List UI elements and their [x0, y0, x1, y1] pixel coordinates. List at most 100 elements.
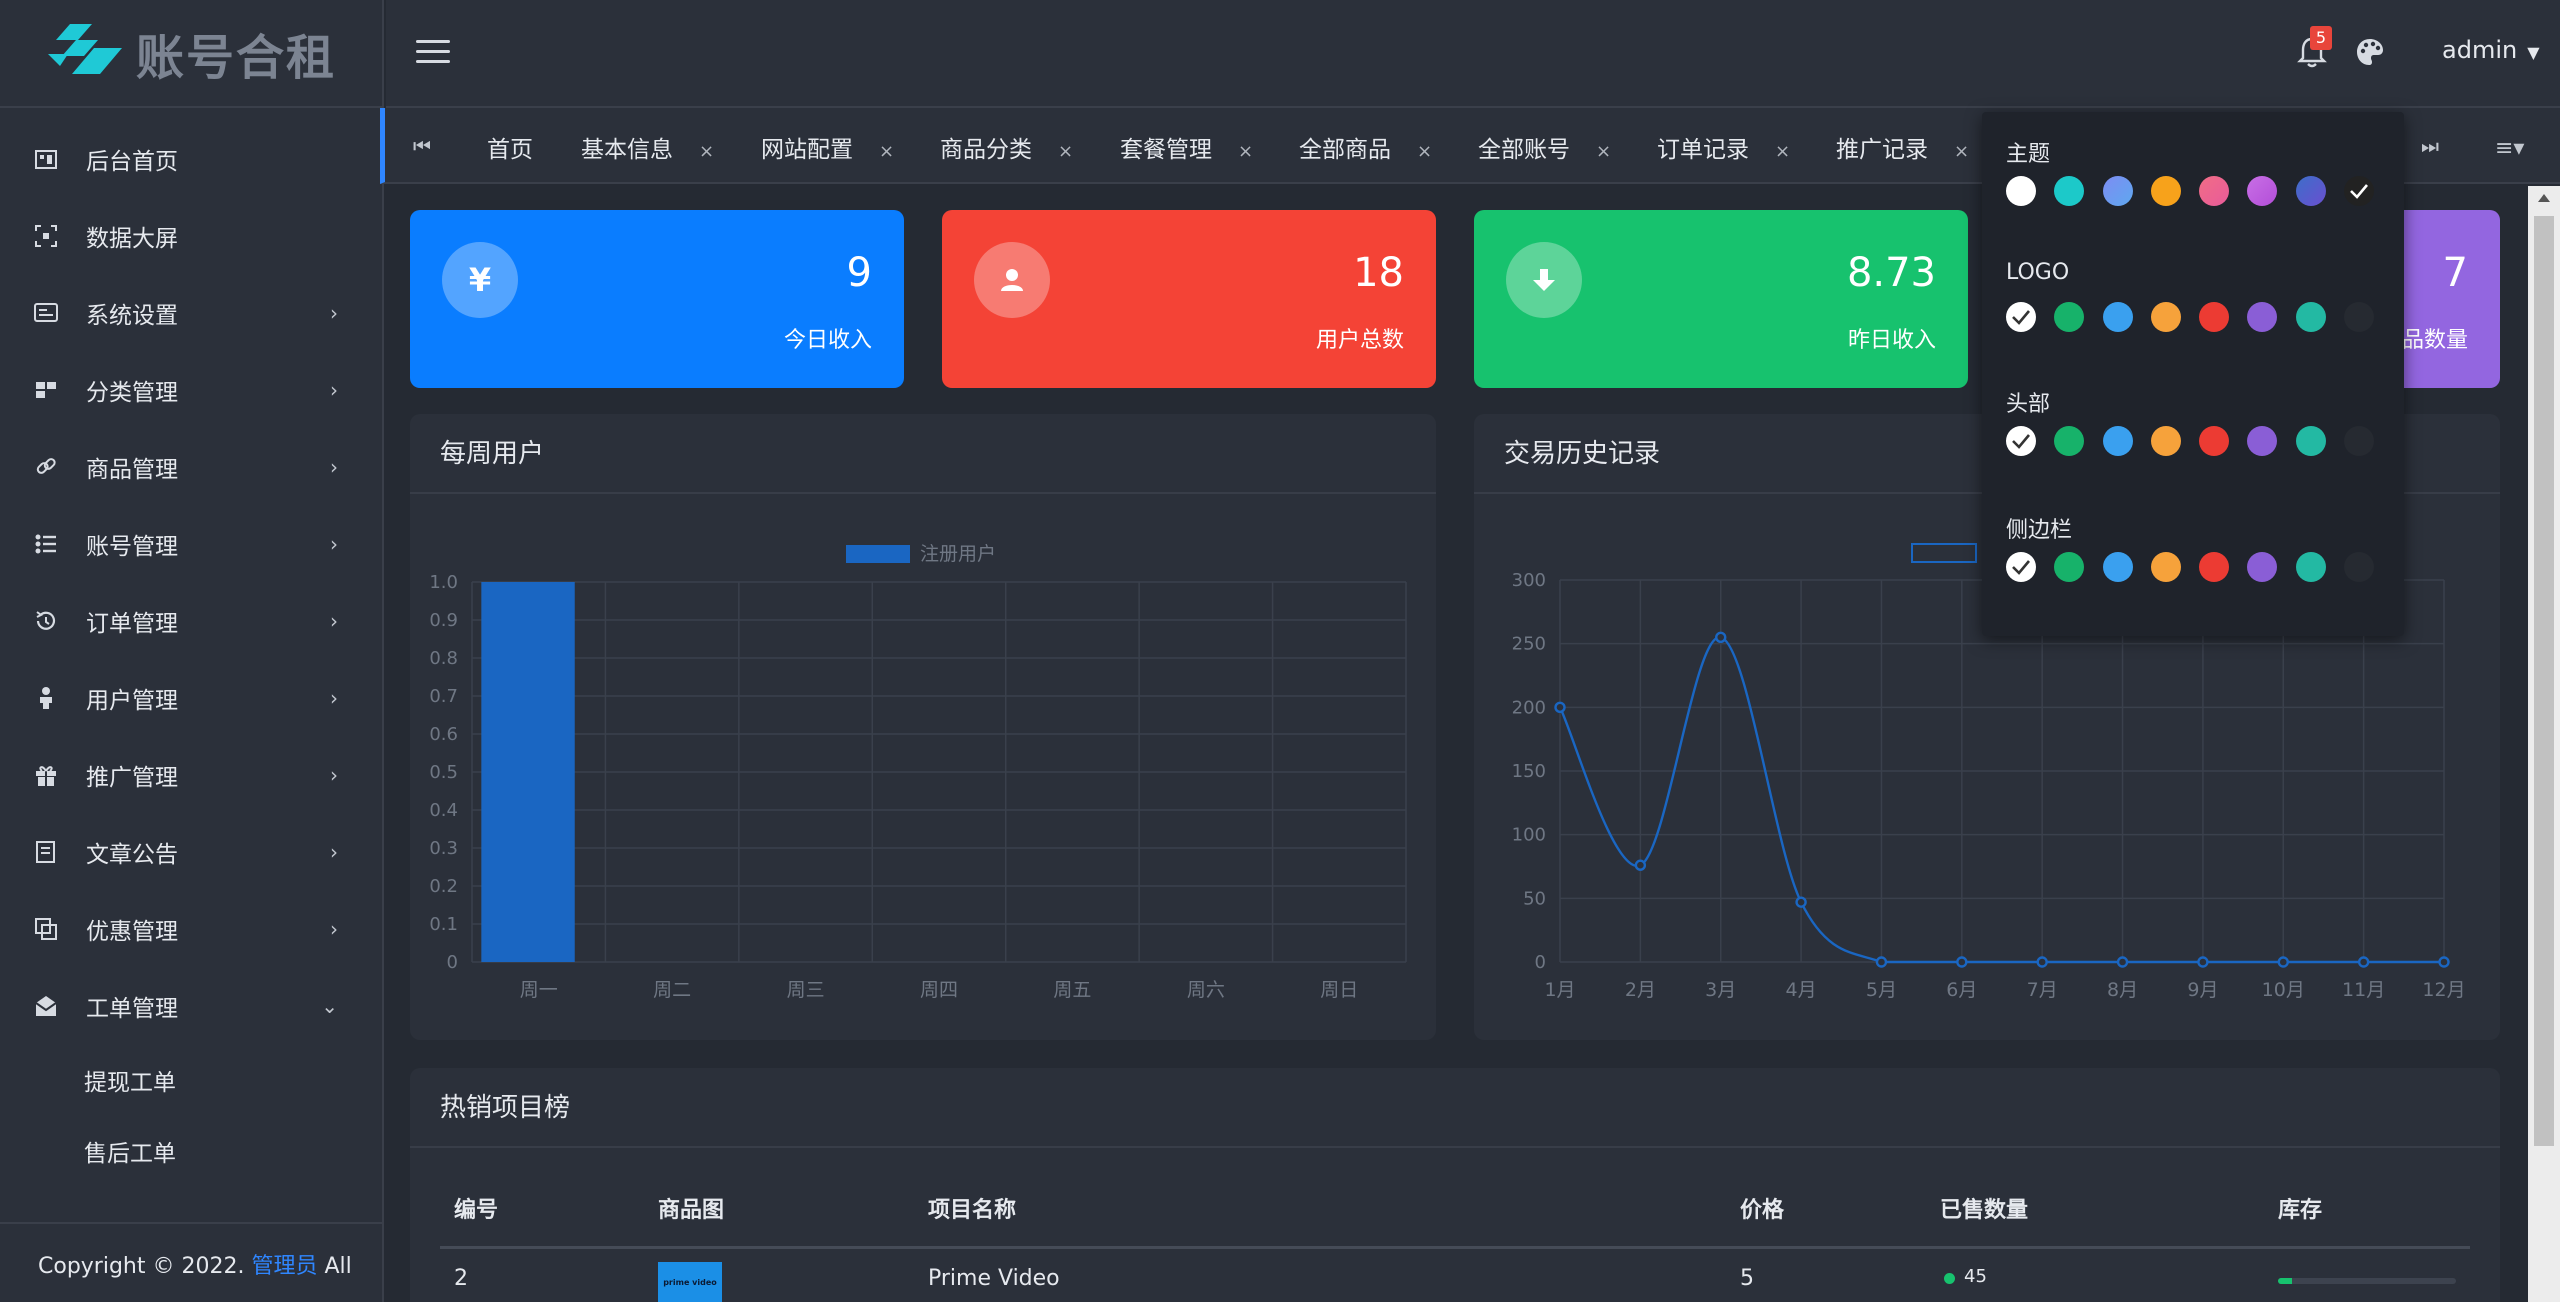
- sidebar-item-11[interactable]: 工单管理 ⌄: [0, 967, 382, 1044]
- color-swatch[interactable]: [2199, 302, 2230, 332]
- table-header[interactable]: 库存: [2278, 1192, 2322, 1224]
- tab-close-icon[interactable]: ×: [1775, 141, 1790, 162]
- tab-close-icon[interactable]: ×: [699, 141, 714, 162]
- sidebar-item-9[interactable]: 文章公告 ›: [0, 813, 382, 890]
- tab-scroll-last-icon[interactable]: ⏭: [2421, 134, 2439, 158]
- sidebar-item-5[interactable]: 账号管理 ›: [0, 505, 382, 582]
- color-swatch[interactable]: [2006, 302, 2036, 332]
- tab-menu-icon[interactable]: ≡▾: [2495, 136, 2524, 161]
- color-swatch[interactable]: [2295, 426, 2326, 456]
- color-swatch[interactable]: [2054, 552, 2085, 582]
- color-swatch[interactable]: [2054, 426, 2085, 456]
- tab-3[interactable]: 商品分类 ×: [940, 130, 1073, 164]
- color-swatch[interactable]: [2295, 552, 2326, 582]
- tab-close-icon[interactable]: ×: [1058, 141, 1073, 162]
- color-swatch[interactable]: [2054, 302, 2085, 332]
- x-tick-label: 4月: [1786, 979, 1817, 1001]
- x-tick-label: 周日: [1320, 979, 1358, 1001]
- tab-4[interactable]: 套餐管理 ×: [1120, 130, 1253, 164]
- scroll-up-icon[interactable]: [2538, 194, 2550, 202]
- sidebar-item-label: 文章公告: [86, 841, 178, 868]
- tab-0[interactable]: 首页: [487, 130, 533, 164]
- sidebar-subitem-1[interactable]: 售后工单: [0, 1115, 382, 1186]
- color-swatch[interactable]: [2054, 176, 2085, 206]
- color-swatch[interactable]: [2150, 552, 2181, 582]
- tab-close-icon[interactable]: ×: [879, 141, 894, 162]
- color-swatch[interactable]: [2199, 426, 2230, 456]
- sidebar-item-1[interactable]: 数据大屏: [0, 197, 382, 274]
- sidebar-item-label: 优惠管理: [86, 918, 178, 945]
- sidebar-item-10[interactable]: 优惠管理 ›: [0, 890, 382, 967]
- sidebar-subitem-0[interactable]: 提现工单: [0, 1044, 382, 1115]
- chevron-icon: ›: [330, 454, 338, 479]
- table-header[interactable]: 价格: [1740, 1192, 1784, 1224]
- data-point: [1795, 896, 1807, 908]
- sidebar-item-8[interactable]: 推广管理 ›: [0, 736, 382, 813]
- color-swatch[interactable]: [2344, 302, 2375, 332]
- scrollbar-thumb[interactable]: [2534, 216, 2554, 1146]
- sidebar-item-3[interactable]: 分类管理 ›: [0, 351, 382, 428]
- tab-scroll-first-icon[interactable]: ⏮: [413, 134, 431, 158]
- data-point: [1554, 701, 1566, 714]
- user-menu[interactable]: admin ▼: [2442, 36, 2540, 64]
- tab-5[interactable]: 全部商品 ×: [1299, 130, 1432, 164]
- sidebar-item-6[interactable]: 订单管理 ›: [0, 582, 382, 659]
- color-swatch[interactable]: [2247, 176, 2278, 206]
- logo[interactable]: 账号合租: [0, 0, 382, 108]
- color-swatch[interactable]: [2006, 426, 2036, 456]
- color-swatch[interactable]: [2102, 302, 2133, 332]
- popup-section-title: LOGO: [2006, 260, 2070, 285]
- tab-label: 套餐管理: [1120, 137, 1212, 163]
- color-swatch[interactable]: [2247, 426, 2278, 456]
- page-scrollbar[interactable]: [2528, 186, 2560, 1302]
- stat-label: 品数量: [2401, 328, 2468, 353]
- color-swatch[interactable]: [2150, 176, 2181, 206]
- color-swatch[interactable]: [2150, 302, 2181, 332]
- x-tick-label: 3月: [1705, 979, 1736, 1001]
- tab-1[interactable]: 基本信息 ×: [581, 130, 714, 164]
- data-point: [2197, 956, 2209, 968]
- color-swatch[interactable]: [2344, 552, 2375, 582]
- sidebar-item-4[interactable]: 商品管理 ›: [0, 428, 382, 505]
- chevron-icon: ›: [330, 608, 338, 633]
- color-swatch[interactable]: [2295, 176, 2326, 206]
- copyright-admin-link[interactable]: 管理员: [251, 1254, 317, 1279]
- sidebar-item-0[interactable]: 后台首页: [0, 120, 382, 197]
- color-swatch[interactable]: [2199, 176, 2230, 206]
- color-swatch[interactable]: [2247, 302, 2278, 332]
- sidebar-item-2[interactable]: 系统设置 ›: [0, 274, 382, 351]
- table-header[interactable]: 编号: [454, 1192, 498, 1224]
- tab-8[interactable]: 推广记录 ×: [1836, 130, 1969, 164]
- tab-close-icon[interactable]: ×: [1238, 141, 1253, 162]
- color-swatch[interactable]: [2102, 552, 2133, 582]
- table-header[interactable]: 已售数量: [1940, 1192, 2028, 1224]
- notification-badge: 5: [2310, 26, 2332, 50]
- color-swatch[interactable]: [2006, 552, 2036, 582]
- tab-close-icon[interactable]: ×: [1596, 141, 1611, 162]
- tab-6[interactable]: 全部账号 ×: [1478, 130, 1611, 164]
- check-icon: [2350, 184, 2369, 199]
- weekly-users-title: 每周用户: [410, 414, 1436, 494]
- tab-7[interactable]: 订单记录 ×: [1657, 130, 1790, 164]
- sidebar-item-7[interactable]: 用户管理 ›: [0, 659, 382, 736]
- color-swatch[interactable]: [2006, 176, 2036, 206]
- table-header[interactable]: 商品图: [658, 1192, 724, 1224]
- color-swatch[interactable]: [2344, 176, 2375, 206]
- x-tick-label: 周五: [1053, 979, 1091, 1001]
- data-point: [1715, 631, 1727, 644]
- table-header[interactable]: 项目名称: [928, 1192, 1016, 1224]
- color-swatch[interactable]: [2344, 426, 2375, 456]
- theme-palette-icon[interactable]: [2354, 36, 2386, 68]
- color-swatch[interactable]: [2247, 552, 2278, 582]
- tab-2[interactable]: 网站配置 ×: [761, 130, 894, 164]
- product-thumbnail[interactable]: prime video: [658, 1262, 722, 1302]
- color-swatch[interactable]: [2102, 176, 2133, 206]
- tab-close-icon[interactable]: ×: [1417, 141, 1432, 162]
- color-swatch[interactable]: [2199, 552, 2230, 582]
- color-swatch[interactable]: [2102, 426, 2133, 456]
- menu-toggle-icon[interactable]: [416, 40, 450, 66]
- dashboard-icon: [32, 145, 60, 173]
- tab-close-icon[interactable]: ×: [1954, 141, 1969, 162]
- color-swatch[interactable]: [2150, 426, 2181, 456]
- color-swatch[interactable]: [2295, 302, 2326, 332]
